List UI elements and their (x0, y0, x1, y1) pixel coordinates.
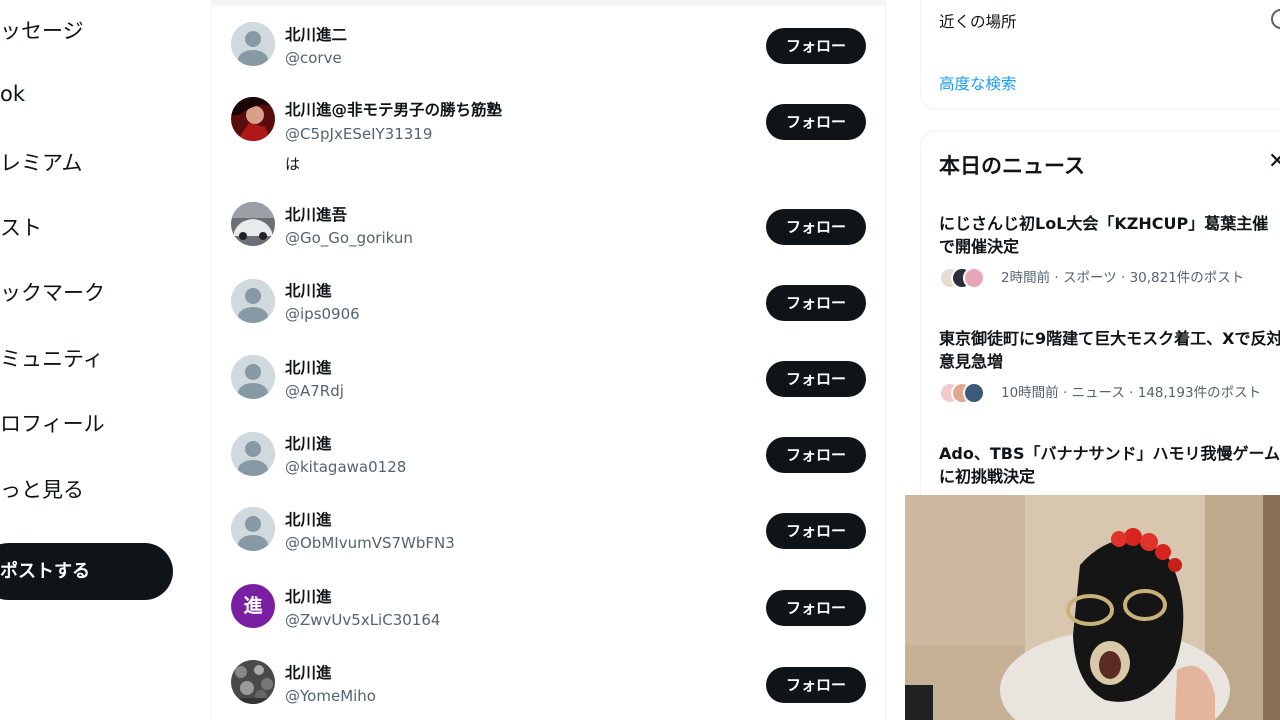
nav-item-more[interactable]: っと見る (0, 474, 84, 504)
webcam-overlay (905, 495, 1280, 720)
follow-button[interactable]: フォロー (766, 590, 866, 626)
default-avatar-icon[interactable] (231, 22, 275, 66)
nav-item-profile[interactable]: ロフィール (0, 408, 105, 438)
user-row[interactable]: 北川進 @A7Rdj フォロー (212, 339, 885, 415)
news-title[interactable]: にじさんじ初LoL大会「KZHCUP」葛葉主催で開催決定 (939, 212, 1280, 258)
default-avatar-icon[interactable] (231, 355, 275, 399)
user-name[interactable]: 北川進 (285, 508, 332, 530)
x-search-people-page: ッセージ ok レミアム スト ックマーク ミュニティ ロフィール っと見る ポ… (0, 0, 1280, 720)
news-meta: 2時間前 · スポーツ · 30,821件のポスト (1001, 270, 1245, 286)
follow-button[interactable]: フォロー (766, 513, 866, 549)
news-avatars-icon (939, 267, 995, 289)
advanced-search-link[interactable]: 高度な検索 (939, 72, 1017, 94)
post-button[interactable]: ポストする (0, 543, 173, 600)
left-nav: ッセージ ok レミアム スト ックマーク ミュニティ ロフィール っと見る ポ… (0, 0, 210, 720)
follow-button[interactable]: フォロー (766, 667, 866, 703)
photo-avatar-icon[interactable] (231, 97, 275, 141)
close-icon[interactable]: ✕ (1268, 149, 1280, 174)
follow-button[interactable]: フォロー (766, 437, 866, 473)
user-handle: @kitagawa0128 (285, 458, 407, 476)
user-name[interactable]: 北川進 (285, 356, 332, 378)
news-meta-row: 10時間前 · ニュース · 148,193件のポスト (939, 381, 1261, 404)
follow-button[interactable]: フォロー (766, 104, 866, 140)
user-name[interactable]: 北川進@非モテ男子の勝ち筋塾 (285, 98, 502, 120)
user-handle: @ips0906 (285, 305, 360, 323)
follow-button[interactable]: フォロー (766, 285, 866, 321)
user-handle: @YomeMiho (285, 687, 376, 705)
webcam-feed-icon (905, 495, 1280, 720)
nav-item-grok[interactable]: ok (0, 82, 25, 106)
user-row[interactable]: 北川進 @ips0906 フォロー (212, 263, 885, 339)
user-name[interactable]: 北川進二 (285, 23, 347, 45)
search-settings-card: 近くの場所 高度な検索 (920, 0, 1280, 110)
follow-button[interactable]: フォロー (766, 209, 866, 245)
news-meta: 10時間前 · ニュース · 148,193件のポスト (1001, 385, 1262, 401)
user-handle: @corve (285, 49, 342, 67)
user-handle: @Go_Go_gorikun (285, 229, 413, 247)
user-handle: @ZwvUv5xLiC30164 (285, 611, 441, 629)
user-handle: @C5pJxESeIY31319 (285, 125, 433, 143)
user-row[interactable]: 北川進 @YomeMiho フォロー (212, 644, 885, 720)
user-handle: @ObMIvumVS7WbFN3 (285, 534, 455, 552)
follow-button[interactable]: フォロー (766, 361, 866, 397)
nav-item-premium[interactable]: レミアム (0, 147, 83, 177)
nav-item-bookmarks[interactable]: ックマーク (0, 277, 105, 307)
user-row[interactable]: 北川進@非モテ男子の勝ち筋塾 @C5pJxESeIY31319 は フォロー (212, 82, 885, 187)
user-bio: は (285, 155, 301, 173)
car-avatar-icon[interactable] (231, 202, 275, 246)
user-search-results: 北川進二 @corve フォロー 北川進@非モテ男子の勝ち筋塾 @C5pJxES… (212, 6, 885, 720)
column-divider (885, 0, 886, 720)
nav-item-communities[interactable]: ミュニティ (0, 343, 104, 373)
user-row[interactable]: 北川進二 @corve フォロー (212, 6, 885, 82)
user-handle: @A7Rdj (285, 382, 344, 400)
letter-avatar-icon[interactable]: 進 (231, 584, 275, 628)
user-row[interactable]: 北川進 @ObMIvumVS7WbFN3 フォロー (212, 491, 885, 568)
user-row[interactable]: 進 北川進 @ZwvUv5xLiC30164 フォロー (212, 568, 885, 644)
user-name[interactable]: 北川進 (285, 279, 332, 301)
user-row[interactable]: 北川進吾 @Go_Go_gorikun フォロー (212, 187, 885, 263)
news-avatars-icon (939, 382, 995, 404)
user-name[interactable]: 北川進吾 (285, 203, 347, 225)
nearby-location-label: 近くの場所 (939, 13, 1017, 31)
default-avatar-icon[interactable] (231, 507, 275, 551)
default-avatar-icon[interactable] (231, 432, 275, 476)
default-avatar-icon[interactable] (231, 279, 275, 323)
user-name[interactable]: 北川進 (285, 585, 332, 607)
news-title[interactable]: Ado、TBS「バナナサンド」ハモリ我慢ゲームに初挑戦決定 (939, 442, 1280, 488)
nearby-radio-icon[interactable] (1271, 9, 1280, 29)
news-title[interactable]: 東京御徒町に9階建て巨大モスク着工、Xで反対意見急増 (939, 327, 1280, 373)
news-header: 本日のニュース (939, 154, 1085, 178)
follow-button[interactable]: フォロー (766, 28, 866, 64)
user-name[interactable]: 北川進 (285, 661, 332, 683)
nav-item-messages[interactable]: ッセージ (0, 15, 84, 45)
user-name[interactable]: 北川進 (285, 432, 332, 454)
news-meta-row: 2時間前 · スポーツ · 30,821件のポスト (939, 266, 1244, 289)
user-row[interactable]: 北川進 @kitagawa0128 フォロー (212, 415, 885, 491)
mono-photo-avatar-icon[interactable] (231, 660, 275, 704)
nav-item-lists[interactable]: スト (0, 212, 42, 242)
